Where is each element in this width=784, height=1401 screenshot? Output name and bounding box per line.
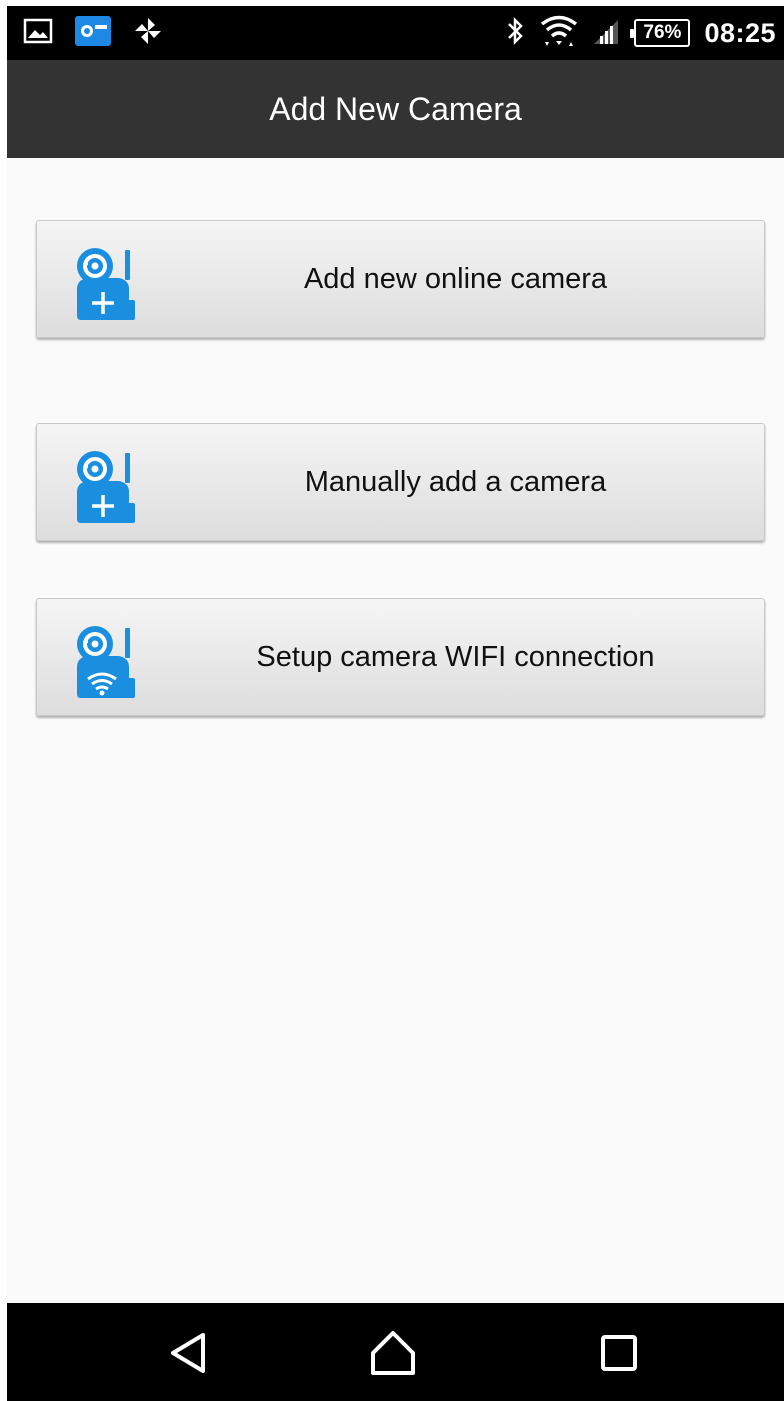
camera-app-notification-icon <box>75 15 111 51</box>
bluetooth-icon <box>506 16 526 51</box>
clock: 08:25 <box>704 17 776 48</box>
add-online-camera-button[interactable]: Add new online camera <box>36 220 765 338</box>
cell-signal-icon <box>592 16 620 51</box>
camera-add-icon <box>67 447 145 525</box>
app-screen: 76% 08:25 Add New Camera Add new online … <box>7 6 784 1401</box>
manually-add-camera-button[interactable]: Manually add a camera <box>36 423 765 541</box>
page-title: Add New Camera <box>269 90 522 127</box>
image-notification-icon <box>23 17 53 50</box>
recents-icon[interactable] <box>589 1325 649 1381</box>
manually-add-camera-label: Manually add a camera <box>304 465 607 498</box>
camera-add-icon <box>67 244 145 322</box>
battery-indicator: 76% <box>630 19 691 47</box>
status-bar: 76% 08:25 <box>7 6 784 60</box>
pinwheel-notification-icon <box>133 16 163 51</box>
back-icon[interactable] <box>159 1325 219 1381</box>
setup-camera-wifi-label: Setup camera WIFI connection <box>256 640 655 673</box>
wifi-icon <box>540 15 578 52</box>
navigation-bar <box>7 1303 784 1401</box>
system-status-icons: 76% 08:25 <box>506 14 776 52</box>
camera-wifi-icon <box>67 622 145 700</box>
notification-icons <box>23 15 163 51</box>
action-bar: Add New Camera <box>7 60 784 158</box>
add-online-camera-label: Add new online camera <box>303 262 608 295</box>
home-icon[interactable] <box>363 1325 423 1381</box>
setup-camera-wifi-button[interactable]: Setup camera WIFI connection <box>36 598 765 716</box>
